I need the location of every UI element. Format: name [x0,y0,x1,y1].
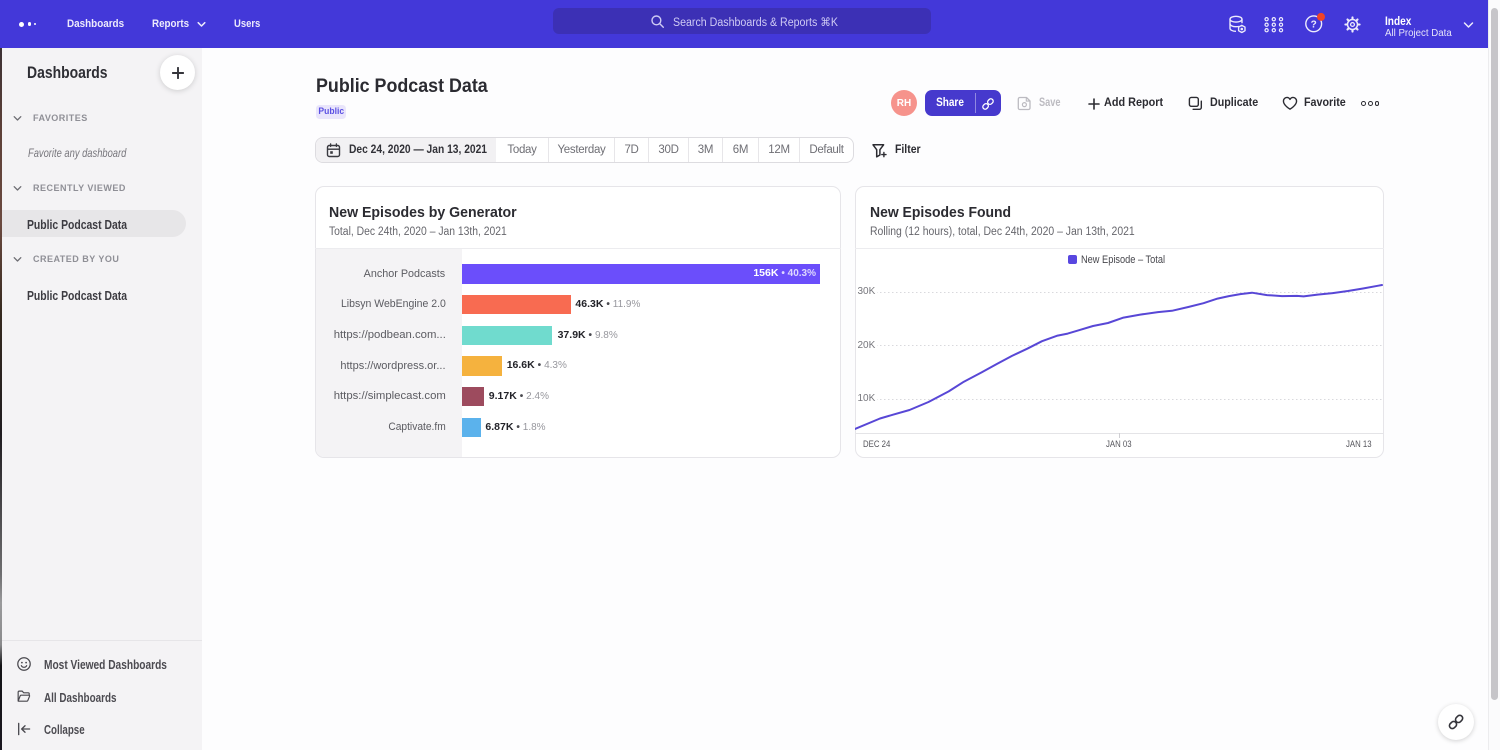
svg-text:?: ? [1311,19,1317,30]
